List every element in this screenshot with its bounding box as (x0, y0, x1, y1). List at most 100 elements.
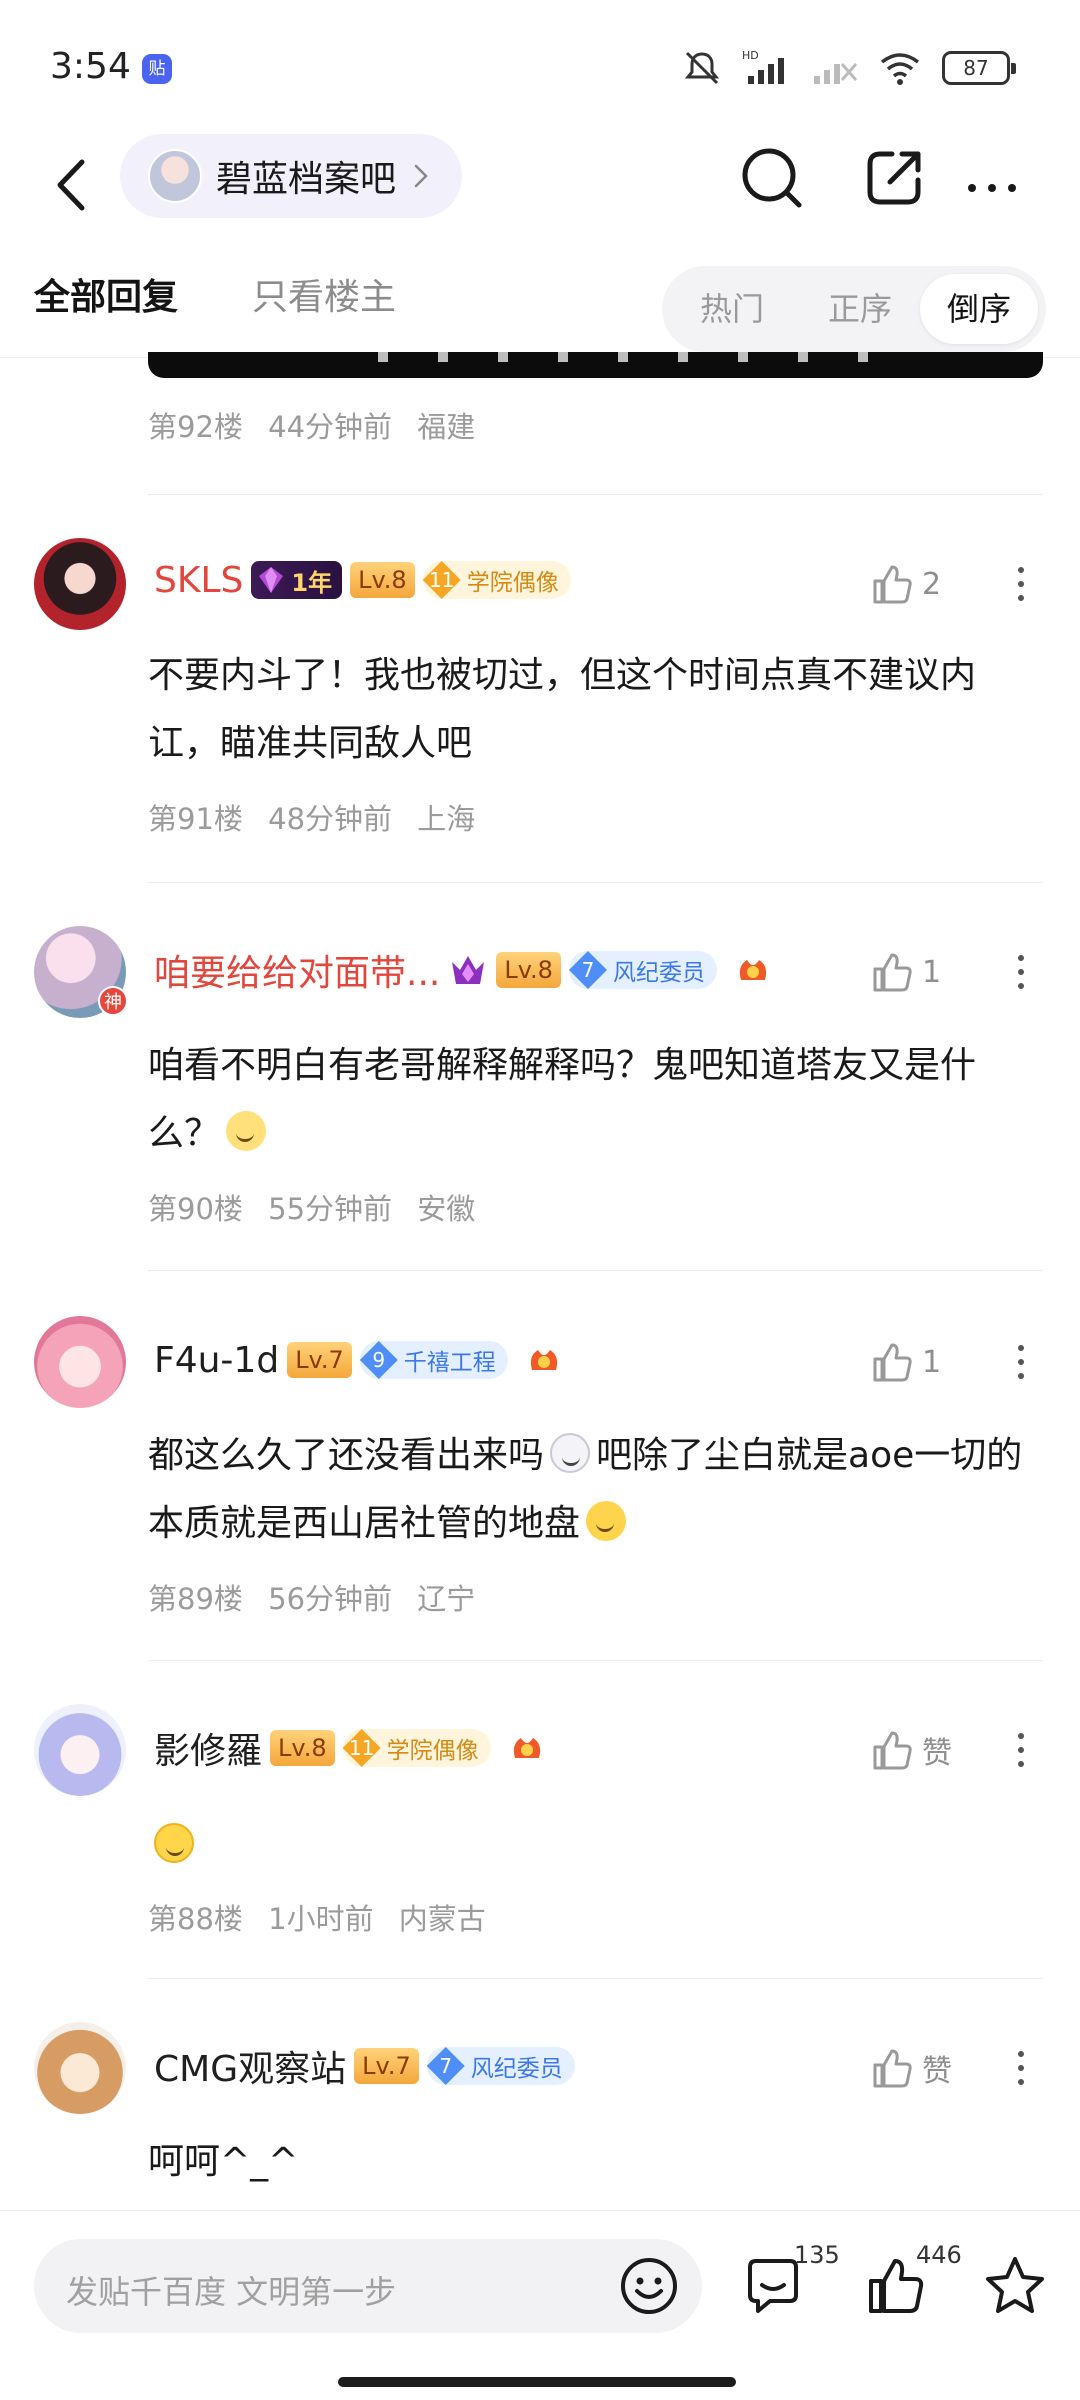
star-icon[interactable] (982, 2253, 1048, 2319)
more-options-button[interactable] (1006, 2040, 1036, 2096)
sort-hot[interactable]: 热门 (682, 274, 782, 344)
level-badge: Lv.7 (287, 1342, 352, 1378)
reply-time: 1小时前 (268, 1902, 374, 1936)
like-button[interactable]: 2 (870, 556, 941, 612)
more-options-button[interactable] (1006, 556, 1036, 612)
game-emblem-icon (513, 1738, 540, 1758)
floor-number: 第91楼 (148, 802, 243, 836)
search-icon[interactable] (736, 142, 808, 214)
floor-number: 第90楼 (148, 1192, 243, 1226)
reply-meta: 第89楼 56分钟前 辽宁 (148, 1576, 491, 1618)
forum-avatar (148, 149, 202, 203)
tab-owner-only[interactable]: 只看楼主 (252, 268, 396, 320)
divider (148, 1270, 1043, 1271)
svg-text:HD: HD (742, 49, 759, 62)
title-text: 学院偶像 (466, 570, 559, 596)
title-badge: 7 风纪委员 (426, 2047, 575, 2085)
divider (148, 882, 1043, 883)
level-badge: Lv.8 (350, 562, 415, 598)
reply-text: 不要内斗了！我也被切过，但这个时间点真不建议内讧，瞄准共同敌人吧 (148, 655, 977, 764)
like-count: 1 (922, 954, 942, 990)
reply-location: 上海 (417, 802, 476, 836)
reply-meta: 第91楼 48分钟前 上海 (148, 796, 491, 838)
reply-text: 咱看不明白有老哥解释解释吗？鬼吧知道塔友又是什么？ (148, 1045, 977, 1154)
avatar[interactable] (34, 2022, 126, 2114)
title-text: 学院偶像 (386, 1738, 479, 1764)
username[interactable]: CMG观察站 (154, 2040, 346, 2092)
emoji-icon[interactable] (618, 2255, 680, 2317)
like-button[interactable]: 1 (870, 1334, 941, 1390)
like-icon (873, 953, 912, 992)
like-icon (873, 1731, 912, 1770)
floor-number: 第92楼 (148, 410, 243, 444)
reply-time: 48分钟前 (268, 802, 393, 836)
like-button[interactable]: 赞 (870, 2040, 952, 2096)
reply-location: 安徽 (417, 1192, 476, 1226)
reply-location: 福建 (417, 410, 476, 444)
like-button[interactable]: 赞 (870, 1722, 952, 1778)
divider (148, 1978, 1043, 1979)
username[interactable]: SKLS (154, 560, 243, 601)
like-total: 446 (916, 2241, 962, 2269)
title-rank: 11 (342, 1729, 381, 1767)
tieba-notification-icon: 贴 (142, 54, 172, 84)
like-count: 赞 (922, 1736, 952, 1771)
title-text: 风纪委员 (612, 960, 705, 986)
username[interactable]: 咱要给给对面带... (154, 944, 440, 996)
chevron-right-icon (414, 164, 428, 188)
title-badge: 9 千禧工程 (359, 1341, 508, 1379)
username[interactable]: 影修羅 (154, 1722, 262, 1774)
sort-toggle: 热门 正序 倒序 (662, 266, 1046, 352)
share-icon[interactable] (858, 142, 930, 214)
tenure-text: 1年 (291, 568, 333, 597)
gem-icon (259, 567, 284, 593)
more-options-button[interactable] (1006, 1722, 1036, 1778)
username[interactable]: F4u-1d (154, 1340, 279, 1381)
title-badge: 11 学院偶像 (422, 561, 571, 599)
title-rank: 7 (568, 951, 607, 989)
title-badge: 11 学院偶像 (342, 1729, 491, 1767)
tab-all-replies[interactable]: 全部回复 (34, 268, 178, 320)
bottom-bar: 发贴千百度 文明第一步 135 446 (0, 2210, 1080, 2400)
comment-count: 135 (794, 2241, 840, 2269)
wifi-icon (880, 53, 920, 85)
status-indicators: HD 87 (682, 48, 1016, 88)
sort-descending[interactable]: 倒序 (920, 274, 1038, 344)
avatar[interactable] (34, 1704, 126, 1796)
status-bar: 3:54 贴 HD 87 (0, 0, 1080, 130)
smile-emoji-icon (154, 1823, 194, 1863)
home-indicator[interactable] (338, 2377, 736, 2387)
sort-ascending[interactable]: 正序 (810, 274, 910, 344)
title-rank: 7 (426, 2047, 465, 2085)
reply-content: 咱看不明白有老哥解释解释吗？鬼吧知道塔友又是什么？ (148, 1032, 1043, 1168)
worried-emoji-icon (226, 1111, 267, 1151)
level-badge: Lv.8 (270, 1730, 335, 1766)
ghost-emoji-icon (550, 1433, 591, 1473)
floor-number: 第88楼 (148, 1902, 243, 1936)
reply-tabs: 全部回复 只看楼主 热门 正序 倒序 (0, 240, 1080, 358)
more-options-button[interactable] (1006, 1334, 1036, 1390)
avatar[interactable] (34, 1316, 126, 1408)
like-icon (873, 1343, 912, 1382)
reply-time: 55分钟前 (268, 1192, 393, 1226)
like-count: 赞 (922, 2054, 952, 2089)
forum-pill[interactable]: 碧蓝档案吧 (120, 134, 463, 218)
reply-meta: 第90楼 55分钟前 安徽 (148, 1186, 491, 1228)
crown-gem-icon (452, 956, 485, 984)
more-options-button[interactable] (1006, 944, 1036, 1000)
title-text: 千禧工程 (403, 1350, 496, 1376)
back-icon[interactable] (42, 150, 102, 220)
reply-meta: 第92楼 44分钟前 福建 (148, 404, 491, 446)
more-icon[interactable] (956, 142, 1028, 214)
reply-text: 呵呵^_^ (148, 2141, 299, 2182)
avatar[interactable] (34, 538, 126, 630)
reply-content: 都这么久了还没看出来吗 吧除了尘白就是aoe一切的 本质就是西山居社管的地盘 (148, 1422, 1043, 1558)
reply-time: 56分钟前 (268, 1582, 393, 1616)
game-emblem-icon (530, 1350, 557, 1370)
user-row: 影修羅 Lv.8 11 学院偶像 (154, 1720, 547, 1776)
user-row: CMG观察站 Lv.7 7 风纪委员 (154, 2038, 591, 2094)
compose-input[interactable]: 发贴千百度 文明第一步 (34, 2239, 702, 2333)
reply-image[interactable] (148, 352, 1043, 378)
like-icon (873, 565, 912, 604)
like-button[interactable]: 1 (870, 944, 941, 1000)
